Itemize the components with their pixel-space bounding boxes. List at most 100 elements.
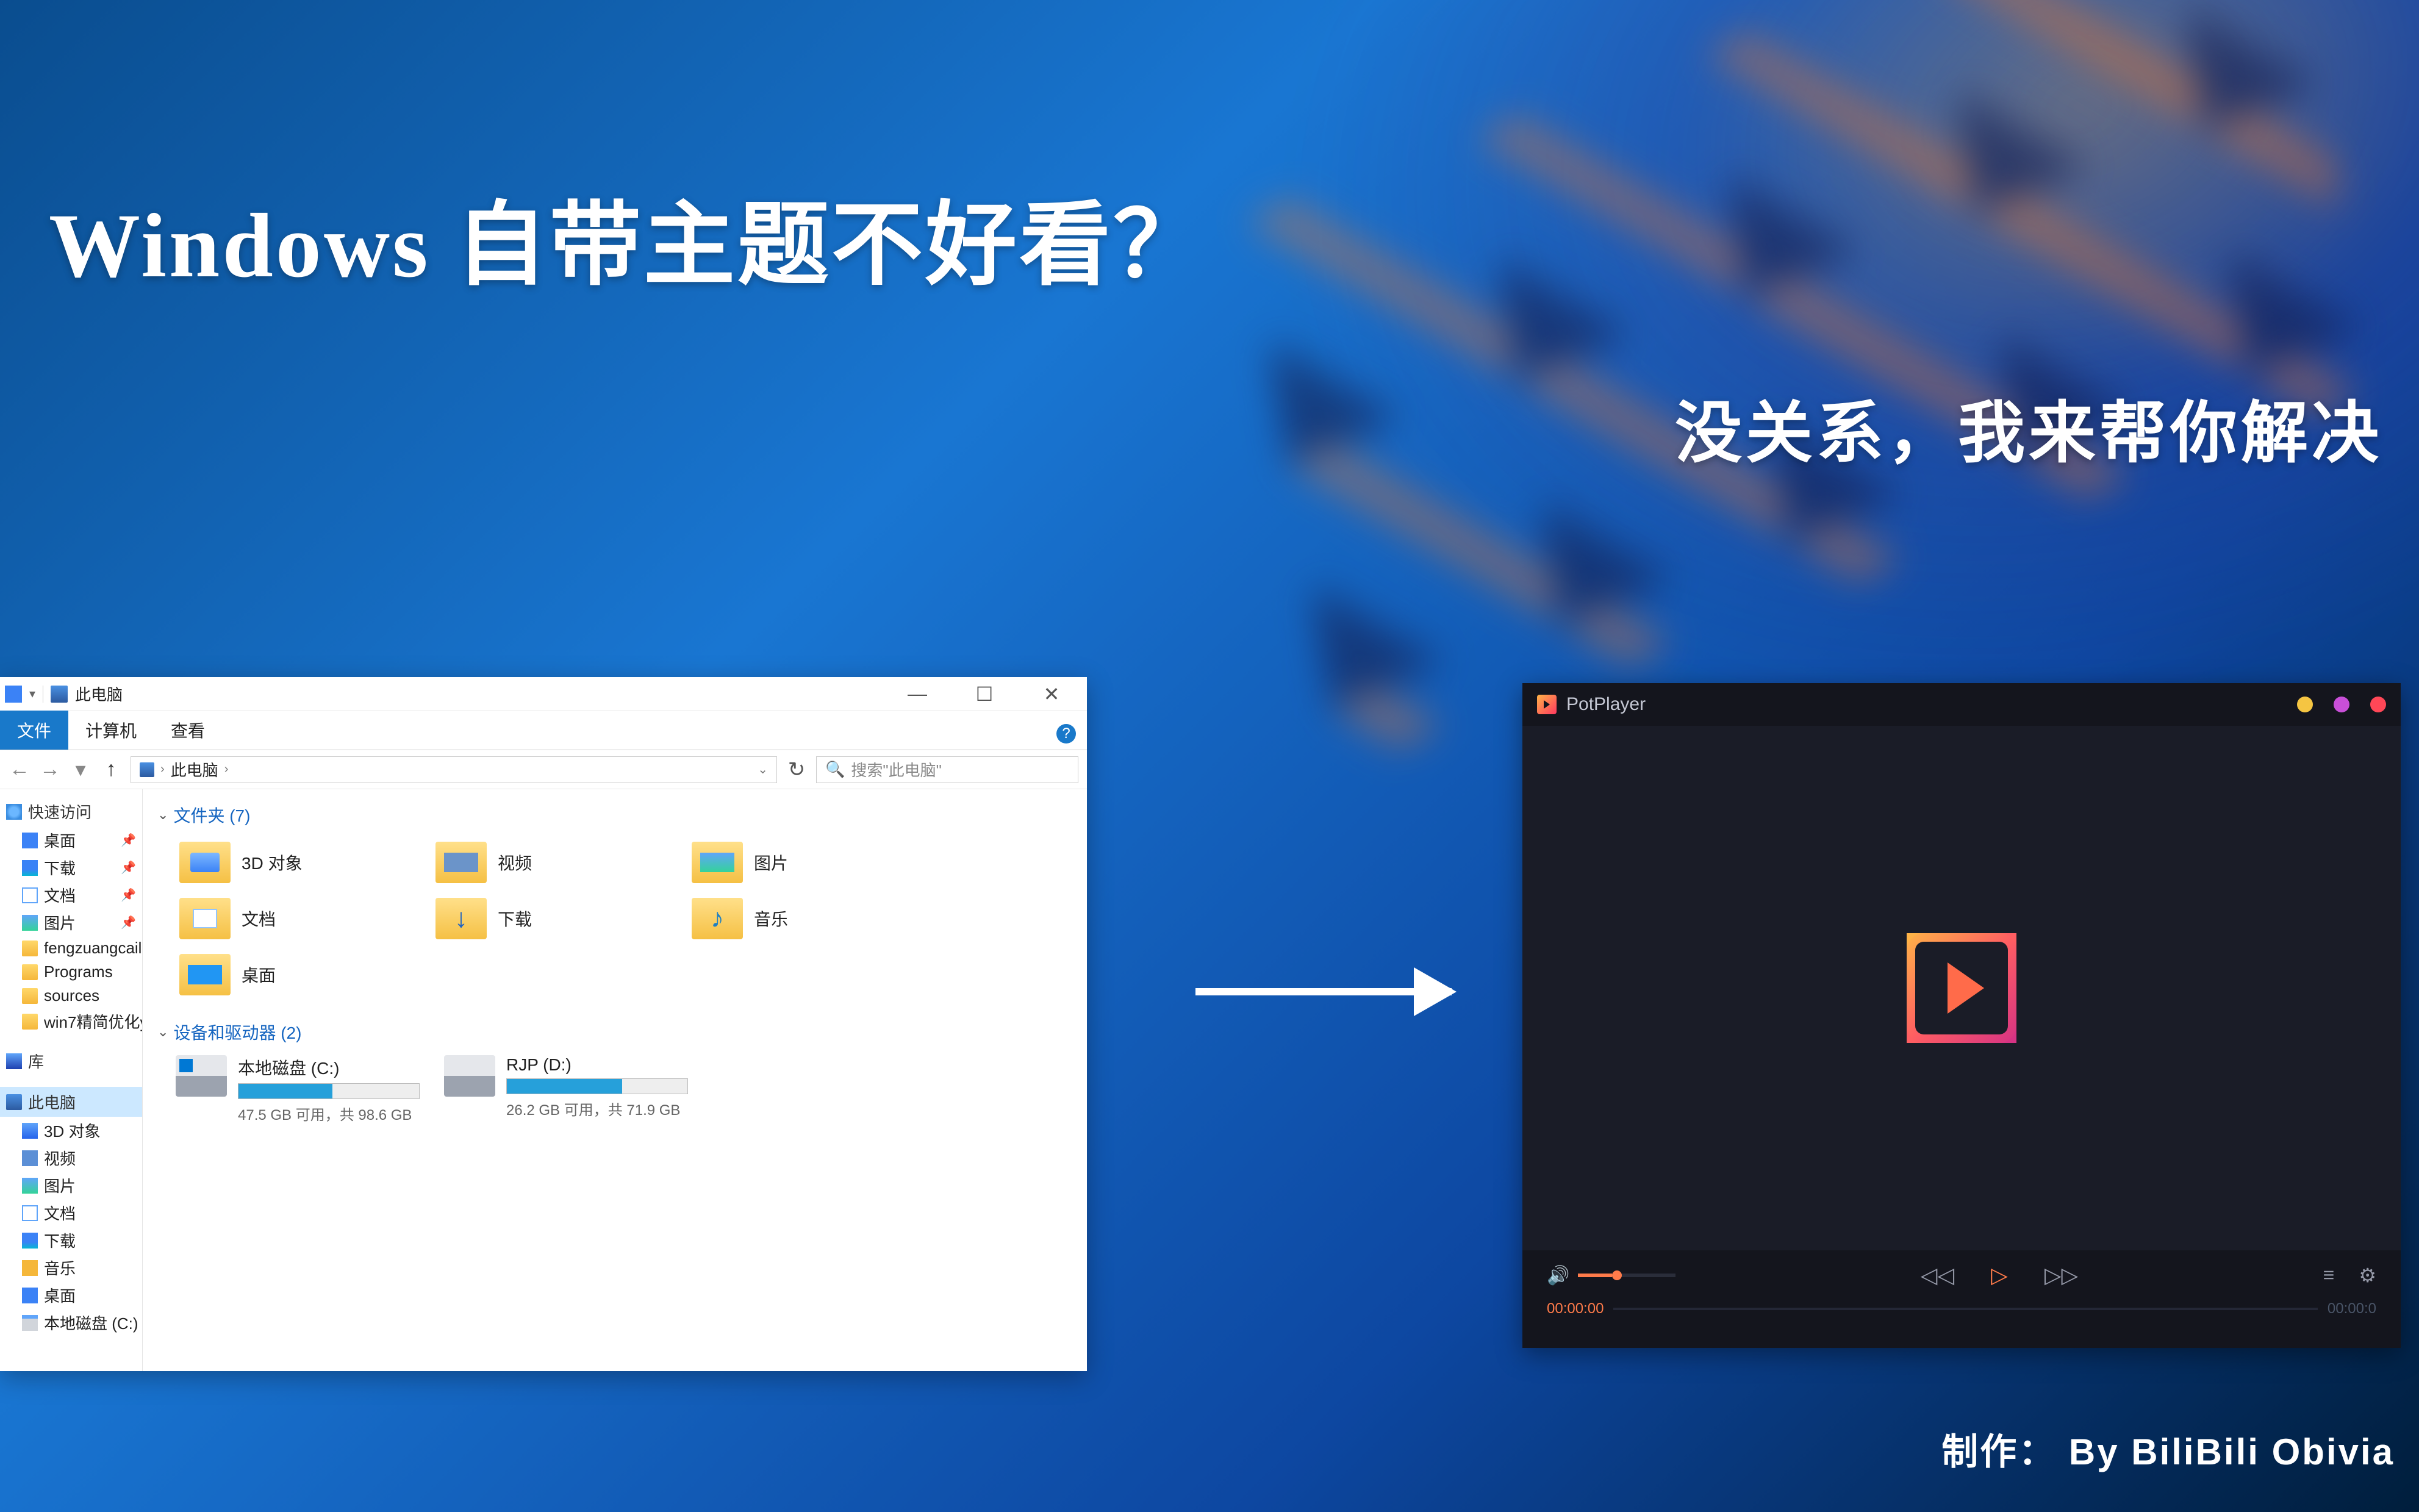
pin-icon: 📌 xyxy=(121,860,136,875)
window-title: PotPlayer xyxy=(1566,694,1646,715)
recent-dropdown[interactable]: ▾ xyxy=(70,758,91,782)
content-pane[interactable]: ⌄文件夹 (7) 3D 对象 视频 图片 文档 下载 音乐 桌面 ⌄设备和驱动器… xyxy=(143,789,1087,1371)
help-button[interactable]: ? xyxy=(1056,724,1076,743)
pc-icon xyxy=(140,762,154,777)
chevron-right-icon[interactable]: › xyxy=(224,762,229,776)
play-button[interactable]: ▷ xyxy=(1991,1263,2008,1288)
subheadline-text: 没关系，我来帮你解决 xyxy=(1675,378,2382,476)
section-folders[interactable]: ⌄文件夹 (7) xyxy=(157,800,1072,829)
refresh-button[interactable]: ↻ xyxy=(786,758,808,782)
controls: 🔊 ◁◁ ▷ ▷▷ ≡ ⚙ 00:00:00 00:00:0 xyxy=(1522,1250,2401,1348)
address-bar-row: ← → ▾ ↑ › 此电脑 › ⌄ ↻ 🔍 搜索"此电脑" xyxy=(0,750,1087,789)
speaker-icon[interactable]: 🔊 xyxy=(1547,1265,1569,1286)
nav-documents[interactable]: 文档📌 xyxy=(0,881,142,909)
nav-pictures[interactable]: 图片 xyxy=(0,1172,142,1199)
nav-desktop[interactable]: 桌面📌 xyxy=(0,826,142,854)
tab-view[interactable]: 查看 xyxy=(154,711,222,750)
playlist-button[interactable]: ≡ xyxy=(2323,1264,2335,1287)
drive-d[interactable]: RJP (D:) 26.2 GB 可用，共 71.9 GB xyxy=(444,1055,688,1124)
folder-downloads[interactable]: 下载 xyxy=(432,894,664,943)
breadcrumb-item[interactable]: 此电脑 xyxy=(171,758,218,781)
tab-computer[interactable]: 计算机 xyxy=(68,711,154,750)
minimize-button[interactable]: — xyxy=(899,683,936,706)
folder-icon xyxy=(435,898,487,939)
minimize-button[interactable] xyxy=(2297,697,2313,712)
up-button[interactable]: ↑ xyxy=(100,758,122,781)
arrow-icon xyxy=(1195,988,1452,995)
drive-usage-bar xyxy=(238,1083,420,1099)
time-total: 00:00:0 xyxy=(2328,1300,2376,1317)
nav-3d-objects[interactable]: 3D 对象 xyxy=(0,1117,142,1144)
titlebar[interactable]: ▾ 此电脑 — ☐ ✕ xyxy=(0,677,1087,711)
nav-pictures[interactable]: 图片📌 xyxy=(0,909,142,936)
drive-icon xyxy=(176,1055,227,1097)
credit-text: 制作： By BiliBili Obivia xyxy=(1941,1422,2395,1475)
search-icon: 🔍 xyxy=(825,760,845,779)
close-button[interactable]: ✕ xyxy=(1033,683,1070,706)
folder-documents[interactable]: 文档 xyxy=(176,894,407,943)
breadcrumb[interactable]: › 此电脑 › ⌄ xyxy=(131,756,777,783)
nav-downloads[interactable]: 下载📌 xyxy=(0,854,142,881)
potplayer-logo-icon xyxy=(1907,933,2016,1043)
chevron-down-icon: ⌄ xyxy=(157,1024,168,1040)
titlebar[interactable]: PotPlayer xyxy=(1522,683,2401,726)
settings-button[interactable]: ⚙ xyxy=(2359,1264,2376,1287)
file-explorer-window: ▾ 此电脑 — ☐ ✕ 文件 计算机 查看 ? ← → ▾ ↑ › 此电脑 › … xyxy=(0,677,1087,1371)
volume-control[interactable]: 🔊 xyxy=(1547,1265,1675,1286)
qat-dropdown-icon[interactable]: ▾ xyxy=(29,686,35,701)
nav-downloads[interactable]: 下载 xyxy=(0,1227,142,1254)
folder-icon xyxy=(692,842,743,883)
folder-desktop[interactable]: 桌面 xyxy=(176,950,407,999)
chevron-right-icon[interactable]: › xyxy=(160,762,165,776)
seek-bar[interactable] xyxy=(1613,1308,2318,1310)
nav-folder[interactable]: sources xyxy=(0,984,142,1008)
nav-documents[interactable]: 文档 xyxy=(0,1199,142,1227)
nav-this-pc[interactable]: 此电脑 xyxy=(0,1087,142,1117)
back-button[interactable]: ← xyxy=(9,758,30,781)
folder-icon xyxy=(179,954,231,995)
folder-3d-objects[interactable]: 3D 对象 xyxy=(176,838,407,887)
maximize-button[interactable]: ☐ xyxy=(966,683,1003,706)
tab-file[interactable]: 文件 xyxy=(0,711,68,750)
close-button[interactable] xyxy=(2370,697,2386,712)
folder-music[interactable]: 音乐 xyxy=(688,894,920,943)
nav-library[interactable]: 库 xyxy=(0,1046,142,1076)
time-current: 00:00:00 xyxy=(1547,1300,1604,1317)
nav-local-disk-c[interactable]: 本地磁盘 (C:) xyxy=(0,1309,142,1336)
video-area[interactable] xyxy=(1522,726,2401,1250)
search-input[interactable]: 🔍 搜索"此电脑" xyxy=(816,756,1078,783)
chevron-down-icon: ⌄ xyxy=(157,807,168,823)
folder-icon xyxy=(179,842,231,883)
drive-c[interactable]: 本地磁盘 (C:) 47.5 GB 可用，共 98.6 GB xyxy=(176,1055,420,1124)
drive-name: RJP (D:) xyxy=(506,1055,688,1075)
pc-icon xyxy=(51,686,68,703)
nav-pane[interactable]: 快速访问 桌面📌 下载📌 文档📌 图片📌 fengzuangcailia Pro… xyxy=(0,789,143,1371)
drive-icon xyxy=(444,1055,495,1097)
volume-slider[interactable] xyxy=(1578,1274,1675,1277)
forward-button[interactable]: → xyxy=(39,758,61,781)
maximize-button[interactable] xyxy=(2334,697,2349,712)
folder-pictures[interactable]: 图片 xyxy=(688,838,920,887)
section-drives[interactable]: ⌄设备和驱动器 (2) xyxy=(157,1017,1072,1047)
nav-music[interactable]: 音乐 xyxy=(0,1254,142,1281)
pin-icon: 📌 xyxy=(121,915,136,930)
next-button[interactable]: ▷▷ xyxy=(2045,1263,2078,1288)
app-logo-icon xyxy=(1537,695,1557,714)
nav-quick-access[interactable]: 快速访问 xyxy=(0,797,142,826)
nav-desktop[interactable]: 桌面 xyxy=(0,1281,142,1309)
ribbon: 文件 计算机 查看 ? xyxy=(0,711,1087,750)
nav-folder[interactable]: fengzuangcailia xyxy=(0,936,142,960)
nav-folder[interactable]: win7精简优化yr xyxy=(0,1008,142,1035)
pin-icon: 📌 xyxy=(121,887,136,903)
nav-folder[interactable]: Programs xyxy=(0,960,142,984)
search-placeholder: 搜索"此电脑" xyxy=(851,758,941,781)
chevron-down-icon[interactable]: ⌄ xyxy=(758,762,768,777)
folder-icon xyxy=(435,842,487,883)
folder-icon xyxy=(692,898,743,939)
nav-videos[interactable]: 视频 xyxy=(0,1144,142,1172)
folder-videos[interactable]: 视频 xyxy=(432,838,664,887)
drive-name: 本地磁盘 (C:) xyxy=(238,1055,420,1080)
app-icon xyxy=(5,686,22,703)
prev-button[interactable]: ◁◁ xyxy=(1921,1263,1954,1288)
folder-icon xyxy=(179,898,231,939)
